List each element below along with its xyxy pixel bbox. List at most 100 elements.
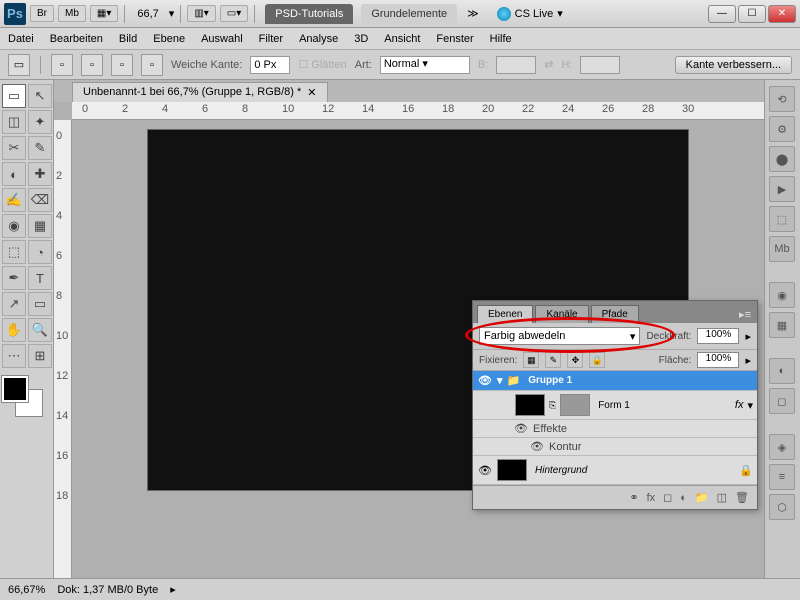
selection-new-icon[interactable]: ▫ [51, 54, 73, 76]
view-extras-button[interactable]: ▦▾ [90, 5, 118, 22]
panel-menu-icon[interactable]: ▸≡ [733, 306, 757, 323]
lock-transparency-icon[interactable]: ▦ [523, 352, 539, 368]
tab-ebenen[interactable]: Ebenen [477, 305, 533, 323]
bridge-button[interactable]: Br [30, 5, 54, 22]
lock-pixels-icon[interactable]: ✎ [545, 352, 561, 368]
type-tool[interactable]: T [28, 266, 52, 290]
move-tool[interactable]: ↖ [28, 84, 52, 108]
lasso-tool[interactable]: ◫ [2, 110, 26, 134]
layer-style-icon[interactable]: fx [647, 492, 656, 504]
layer-mask-icon[interactable]: ◻ [663, 491, 672, 504]
menu-fenster[interactable]: Fenster [436, 33, 473, 45]
pen-tool[interactable]: ✒ [2, 266, 26, 290]
layer-effects[interactable]: 👁 Effekte [473, 420, 757, 438]
chevron-down-icon[interactable]: ▾ [497, 374, 503, 387]
layer-effect-stroke[interactable]: 👁 Kontur [473, 438, 757, 456]
delete-layer-icon[interactable]: 🗑 [735, 491, 749, 504]
menu-ansicht[interactable]: Ansicht [384, 33, 420, 45]
selection-intersect-icon[interactable]: ▫ [141, 54, 163, 76]
visibility-icon[interactable]: 👁 [477, 374, 493, 387]
selection-subtract-icon[interactable]: ▫ [111, 54, 133, 76]
stamp-tool[interactable]: ✍ [2, 188, 26, 212]
layers-panel-icon[interactable]: ◈ [769, 434, 795, 460]
brush-tool[interactable]: ✚ [28, 162, 52, 186]
tab-kanaele[interactable]: Kanäle [535, 305, 588, 323]
menu-hilfe[interactable]: Hilfe [490, 33, 512, 45]
feather-input[interactable] [250, 56, 290, 74]
visibility-icon[interactable]: 👁 [529, 440, 545, 453]
close-button[interactable]: ✕ [768, 5, 796, 23]
color-panel-icon[interactable]: ◉ [769, 282, 795, 308]
document-tab[interactable]: Unbenannt-1 bei 66,7% (Gruppe 1, RGB/8) … [72, 82, 328, 102]
menu-3d[interactable]: 3D [354, 33, 368, 45]
maximize-button[interactable]: ☐ [738, 5, 766, 23]
menu-filter[interactable]: Filter [259, 33, 283, 45]
menu-bild[interactable]: Bild [119, 33, 137, 45]
color-swatches[interactable] [2, 376, 42, 416]
path-select-tool[interactable]: ↗ [2, 292, 26, 316]
screenmode-button[interactable]: ▭▾ [220, 5, 248, 22]
blur-tool[interactable]: ⬚ [2, 240, 26, 264]
new-group-icon[interactable]: 📁 [695, 491, 709, 504]
close-tab-icon[interactable]: ✕ [307, 86, 316, 99]
chevron-down-icon[interactable]: ▾ [747, 399, 753, 412]
zoom-tool[interactable]: 🔍 [28, 318, 52, 342]
swatches-panel-icon[interactable]: ▦ [769, 312, 795, 338]
tab-pfade[interactable]: Pfade [591, 305, 639, 323]
shape-tool[interactable]: ▭ [28, 292, 52, 316]
clone-panel-icon[interactable]: ▶ [769, 176, 795, 202]
hand-tool[interactable]: ✋ [2, 318, 26, 342]
marquee-tool[interactable]: ▭ [2, 84, 26, 108]
menu-bearbeiten[interactable]: Bearbeiten [50, 33, 103, 45]
crop-tool[interactable]: ✂ [2, 136, 26, 160]
vector-mask-thumbnail[interactable] [560, 394, 590, 416]
layer-thumbnail[interactable] [497, 459, 527, 481]
link-layers-icon[interactable]: ⚭ [629, 491, 638, 504]
gradient-tool[interactable]: ▦ [28, 214, 52, 238]
style-select[interactable]: Normal ▾ [380, 56, 470, 74]
3d-camera-tool[interactable]: ⊞ [28, 344, 52, 368]
selection-add-icon[interactable]: ▫ [81, 54, 103, 76]
styles-panel-icon[interactable]: ⬚ [769, 206, 795, 232]
fx-badge[interactable]: fx [735, 399, 744, 411]
dodge-tool[interactable]: ◔ [28, 240, 52, 264]
refine-edge-button[interactable]: Kante verbessern... [675, 56, 792, 74]
masks-panel-icon[interactable]: ◻ [769, 388, 795, 414]
history-brush-tool[interactable]: ⌫ [28, 188, 52, 212]
workspace-tab-tutorials[interactable]: PSD-Tutorials [265, 4, 353, 24]
actions-panel-icon[interactable]: ⚙ [769, 116, 795, 142]
brush-panel-icon[interactable]: ⬤ [769, 146, 795, 172]
heal-tool[interactable]: ◐ [2, 162, 26, 186]
visibility-icon[interactable]: 👁 [513, 422, 529, 435]
layer-group[interactable]: 👁 ▾ 📁 Gruppe 1 [473, 371, 757, 391]
paths-panel-icon[interactable]: ⬡ [769, 494, 795, 520]
cslive-button[interactable]: CS Live▾ [497, 7, 563, 21]
status-zoom[interactable]: 66,67% [8, 584, 45, 596]
minibridge-panel-icon[interactable]: Mb [769, 236, 795, 262]
adjustments-panel-icon[interactable]: ◐ [769, 358, 795, 384]
menu-datei[interactable]: Datei [8, 33, 34, 45]
lock-position-icon[interactable]: ✥ [567, 352, 583, 368]
eyedropper-tool[interactable]: ✎ [28, 136, 52, 160]
menu-ebene[interactable]: Ebene [153, 33, 185, 45]
3d-tool[interactable]: ⋯ [2, 344, 26, 368]
layer-thumbnail[interactable] [515, 394, 545, 416]
fill-input[interactable]: 100% [697, 352, 739, 368]
status-doc-info[interactable]: Dok: 1,37 MB/0 Byte [57, 584, 158, 596]
visibility-icon[interactable]: 👁 [477, 464, 493, 477]
foreground-color-swatch[interactable] [2, 376, 28, 402]
wand-tool[interactable]: ✦ [28, 110, 52, 134]
minimize-button[interactable]: — [708, 5, 736, 23]
history-panel-icon[interactable]: ⟲ [769, 86, 795, 112]
arrange-button[interactable]: ▥▾ [187, 5, 215, 22]
more-workspaces-icon[interactable]: ≫ [461, 7, 485, 20]
eraser-tool[interactable]: ◉ [2, 214, 26, 238]
layer-background[interactable]: 👁 Hintergrund 🔒 [473, 456, 757, 485]
lock-all-icon[interactable]: 🔒 [589, 352, 605, 368]
workspace-tab-grundelemente[interactable]: Grundelemente [361, 4, 457, 24]
zoom-level[interactable]: 66,7 [131, 8, 164, 20]
channels-panel-icon[interactable]: ≡ [769, 464, 795, 490]
new-layer-icon[interactable]: ◫ [717, 491, 727, 504]
adjustment-layer-icon[interactable]: ◐ [680, 492, 687, 504]
blend-mode-select[interactable]: Farbig abwedeln▾ [479, 327, 640, 345]
